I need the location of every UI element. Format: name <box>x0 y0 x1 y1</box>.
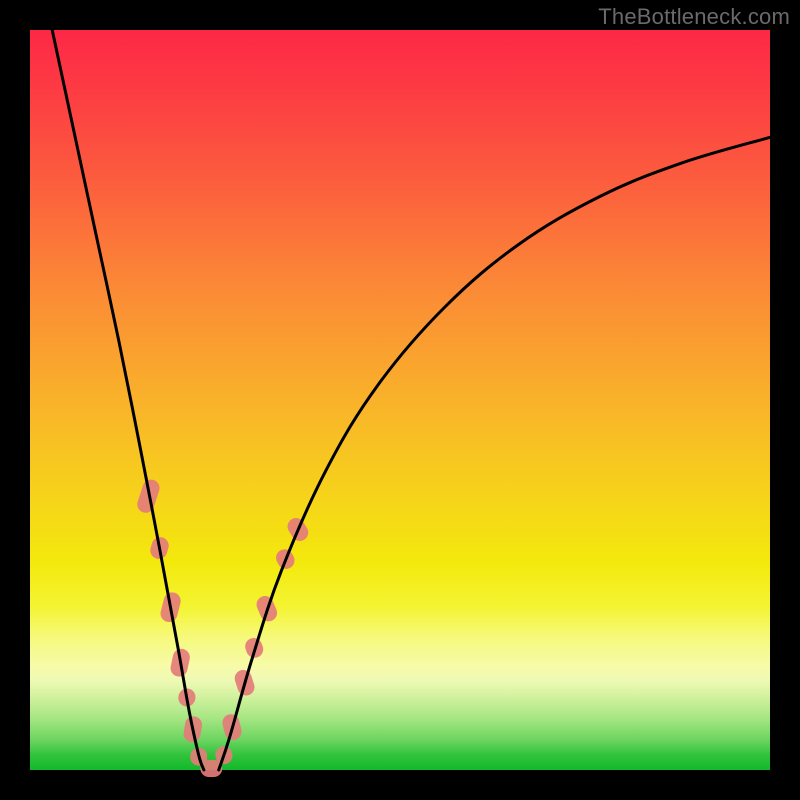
chart-frame: TheBottleneck.com <box>0 0 800 800</box>
marker-layer <box>135 477 311 777</box>
plot-area <box>30 30 770 770</box>
right-curve <box>219 137 770 770</box>
curve-svg <box>30 30 770 770</box>
watermark-text: TheBottleneck.com <box>598 4 790 30</box>
left-curve <box>52 30 204 770</box>
